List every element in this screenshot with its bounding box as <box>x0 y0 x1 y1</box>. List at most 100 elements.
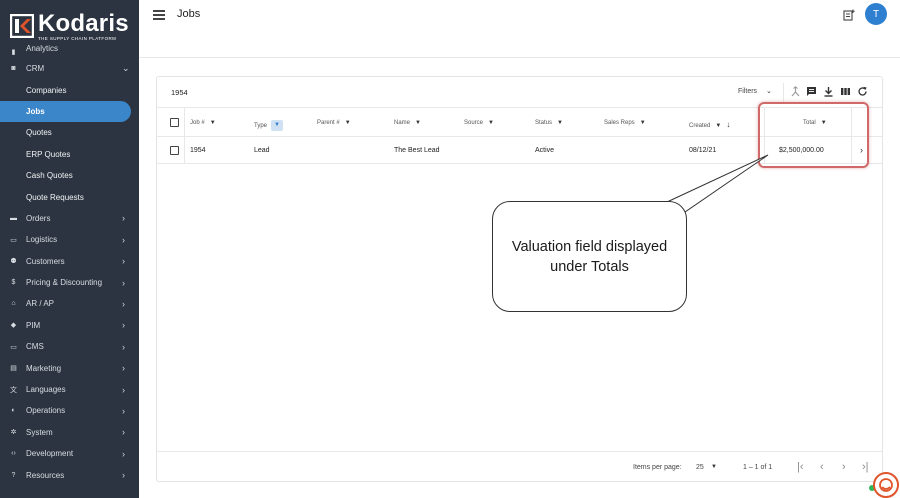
sidebar-item-label: ERP Quotes <box>26 149 71 159</box>
sidebar-item-resources[interactable]: ? Resources › <box>0 464 139 485</box>
sidebar-item-label: Quote Requests <box>26 192 84 202</box>
sidebar-item-pim[interactable]: ◆ PIM › <box>0 315 139 336</box>
sidebar-item-pricing-discounting[interactable]: $ Pricing & Discounting › <box>0 272 139 293</box>
chevron-down-icon: ⌄ <box>122 63 130 74</box>
refresh-icon[interactable] <box>857 86 868 97</box>
comment-icon[interactable] <box>806 86 817 97</box>
page-range-label: 1 – 1 of 1 <box>743 464 773 471</box>
chevron-right-icon: › <box>122 470 125 481</box>
next-page-icon[interactable]: › <box>842 461 846 473</box>
sidebar-item-label: AR / AP <box>26 299 55 309</box>
customers-icon: ⚉ <box>10 258 17 266</box>
merge-icon[interactable] <box>790 86 801 97</box>
chevron-right-icon: › <box>122 363 125 374</box>
sidebar-item-label: Customers <box>26 256 65 266</box>
sidebar-item-label: Development <box>26 449 74 459</box>
select-all-checkbox[interactable] <box>170 118 179 127</box>
annotation-callout: Valuation field displayed under Totals <box>492 201 687 312</box>
chevron-right-icon: › <box>122 213 125 224</box>
sidebar-item-development[interactable]: ‹› Development › <box>0 443 139 464</box>
sort-arrow-down-icon: ↓ <box>726 120 731 129</box>
column-header-parent[interactable]: Parent # ▼ <box>317 120 351 126</box>
row-checkbox[interactable] <box>170 146 179 155</box>
total-column-highlight <box>758 102 869 168</box>
chevron-right-icon: › <box>122 384 125 395</box>
download-icon[interactable] <box>823 86 834 97</box>
sidebar-item-label: Analytics <box>26 44 59 53</box>
column-header-sales-reps[interactable]: Sales Reps ▼ <box>604 120 646 126</box>
column-divider <box>184 108 185 137</box>
callout-text: Valuation field displayed under Totals <box>511 238 668 275</box>
cell-job-number: 1954 <box>190 147 206 154</box>
sidebar-item-system[interactable]: ✲ System › <box>0 422 139 443</box>
first-page-icon[interactable]: |‹ <box>797 461 804 473</box>
chevron-right-icon: › <box>122 427 125 438</box>
filters-button[interactable]: Filters <box>738 88 757 95</box>
previous-page-icon[interactable]: ‹ <box>820 461 824 473</box>
sidebar-item-label: Jobs <box>26 106 45 116</box>
sidebar-item-quotes[interactable]: Quotes <box>0 122 139 143</box>
sidebar-item-label: Cash Quotes <box>26 171 73 181</box>
column-header-job[interactable]: Job # ▼ <box>190 120 216 126</box>
user-avatar[interactable]: T <box>865 3 887 25</box>
bank-icon: ⌂ <box>11 300 16 308</box>
notes-icon[interactable] <box>843 9 855 21</box>
items-per-page-select[interactable]: 25 <box>696 464 704 471</box>
sidebar-item-cms[interactable]: ▭ CMS › <box>0 336 139 357</box>
chevron-right-icon: › <box>122 298 125 309</box>
sidebar-item-label: Languages <box>26 385 66 395</box>
sidebar-item-erp-quotes[interactable]: ERP Quotes <box>0 144 139 165</box>
sidebar-item-label: CMS <box>26 342 44 352</box>
caret-down-icon: ▼ <box>415 120 421 126</box>
column-header-source[interactable]: Source ▼ <box>464 120 494 126</box>
sidebar-item-analytics[interactable]: ▮ Analytics <box>0 44 139 58</box>
sidebar-item-orders[interactable]: ▬ Orders › <box>0 208 139 229</box>
cell-status: Active <box>535 147 555 154</box>
analytics-icon: ▮ <box>11 48 16 56</box>
sidebar-item-languages[interactable]: 文 Languages › <box>0 379 139 400</box>
column-header-status[interactable]: Status ▼ <box>535 120 563 126</box>
sidebar-item-quote-requests[interactable]: Quote Requests <box>0 186 139 207</box>
sidebar-item-label: CRM <box>26 64 45 74</box>
cell-type: Lead <box>254 147 270 154</box>
sidebar-nav: ▮ Analytics ◙ CRM ⌄ Companies Jobs Quotes ERP Qu… <box>0 44 139 486</box>
sidebar-item-marketing[interactable]: ▤ Marketing › <box>0 357 139 378</box>
sidebar-item-cash-quotes[interactable]: Cash Quotes <box>0 165 139 186</box>
caret-down-icon: ▼ <box>344 120 351 126</box>
column-header-type[interactable]: Type ▼ <box>254 120 284 131</box>
sidebar-item-ar-ap[interactable]: ⌂ AR / AP › <box>0 293 139 314</box>
chevron-right-icon: › <box>122 320 125 331</box>
last-page-icon[interactable]: ›| <box>862 461 869 473</box>
sidebar-item-label: Marketing <box>26 363 62 373</box>
caret-down-icon: ▼ <box>639 120 646 126</box>
chevron-right-icon: › <box>122 234 125 245</box>
chat-widget-icon[interactable] <box>873 472 899 498</box>
chevron-right-icon: › <box>122 277 125 288</box>
chevron-right-icon: › <box>122 448 125 459</box>
items-per-page-label: Items per page: <box>633 464 682 471</box>
sidebar-item-crm[interactable]: ◙ CRM ⌄ <box>0 58 139 79</box>
column-header-name[interactable]: Name ▼ <box>394 120 421 126</box>
help-icon: ? <box>11 471 16 479</box>
kodaris-logo-icon <box>10 14 34 38</box>
caret-down-icon: ▼ <box>715 123 722 129</box>
cell-created: 08/12/21 <box>689 147 717 154</box>
sidebar-item-logistics[interactable]: ▭ Logistics › <box>0 229 139 250</box>
tag-icon: ◆ <box>10 322 17 330</box>
gear-icon: ✲ <box>10 429 17 437</box>
sidebar-item-jobs[interactable]: Jobs <box>0 100 131 123</box>
code-icon: ‹› <box>11 450 16 458</box>
table-paginator: Items per page: 25 ▼ 1 – 1 of 1 |‹ ‹ › ›… <box>157 451 882 482</box>
marketing-icon: ▤ <box>10 365 17 373</box>
columns-icon[interactable] <box>840 86 851 97</box>
sidebar-item-operations[interactable]: ◐ Operations › <box>0 400 139 421</box>
search-input[interactable]: 1954 <box>171 88 188 97</box>
chevron-right-icon: › <box>122 256 125 267</box>
chevron-down-icon[interactable]: ⌄ <box>766 87 772 95</box>
column-header-created[interactable]: Created ▼ ↓ <box>689 120 730 129</box>
sidebar-item-companies[interactable]: Companies <box>0 79 139 100</box>
hamburger-menu-icon[interactable] <box>153 10 165 20</box>
sidebar-item-customers[interactable]: ⚉ Customers › <box>0 251 139 272</box>
crm-icon: ◙ <box>11 65 16 73</box>
caret-down-icon[interactable]: ▼ <box>711 464 717 470</box>
